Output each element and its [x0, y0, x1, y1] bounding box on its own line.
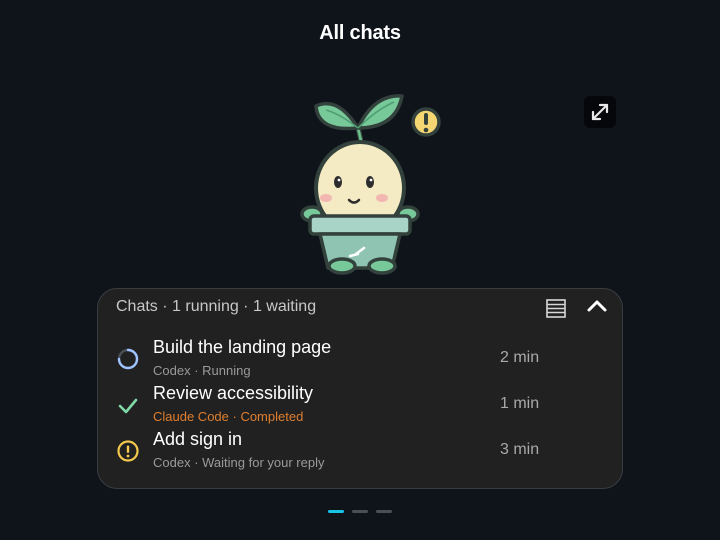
chat-title: Add sign in: [153, 429, 243, 449]
page-dot-2[interactable]: [352, 510, 368, 513]
spinner-icon: [117, 348, 139, 370]
chat-title: Review accessibility: [153, 383, 314, 403]
page-dot-1[interactable]: [328, 510, 344, 513]
chat-row-build-landing-page[interactable]: Build the landing page Codex · Running 2…: [98, 337, 622, 381]
chats-panel: Chats · 1 running · 1 waiting Build the …: [97, 288, 623, 489]
chevron-up-icon[interactable]: [585, 295, 609, 317]
chat-subtitle: Codex · Waiting for your reply: [153, 455, 325, 470]
alert-icon: [117, 440, 139, 462]
page-title: All chats: [319, 22, 401, 44]
expand-arrows-icon: [591, 103, 609, 121]
page-dot-3[interactable]: [376, 510, 392, 513]
chat-row-review-accessibility[interactable]: Review accessibility Claude Code · Compl…: [98, 383, 622, 427]
chat-time: 3 min: [500, 441, 540, 458]
chat-time: 1 min: [500, 395, 540, 412]
plant-mascot-illustration: [300, 94, 441, 275]
chat-subtitle: Codex · Running: [153, 363, 251, 378]
check-icon: [118, 398, 138, 414]
chat-row-add-sign-in[interactable]: Add sign in Codex · Waiting for your rep…: [98, 429, 622, 473]
expand-button[interactable]: [584, 96, 616, 128]
chat-title: Build the landing page: [153, 337, 332, 357]
page-indicator: [328, 510, 392, 513]
list-view-icon[interactable]: [545, 297, 567, 319]
chat-subtitle: Claude Code · Completed: [153, 409, 304, 424]
chat-time: 2 min: [500, 349, 540, 366]
chats-summary: Chats · 1 running · 1 waiting: [116, 298, 317, 315]
